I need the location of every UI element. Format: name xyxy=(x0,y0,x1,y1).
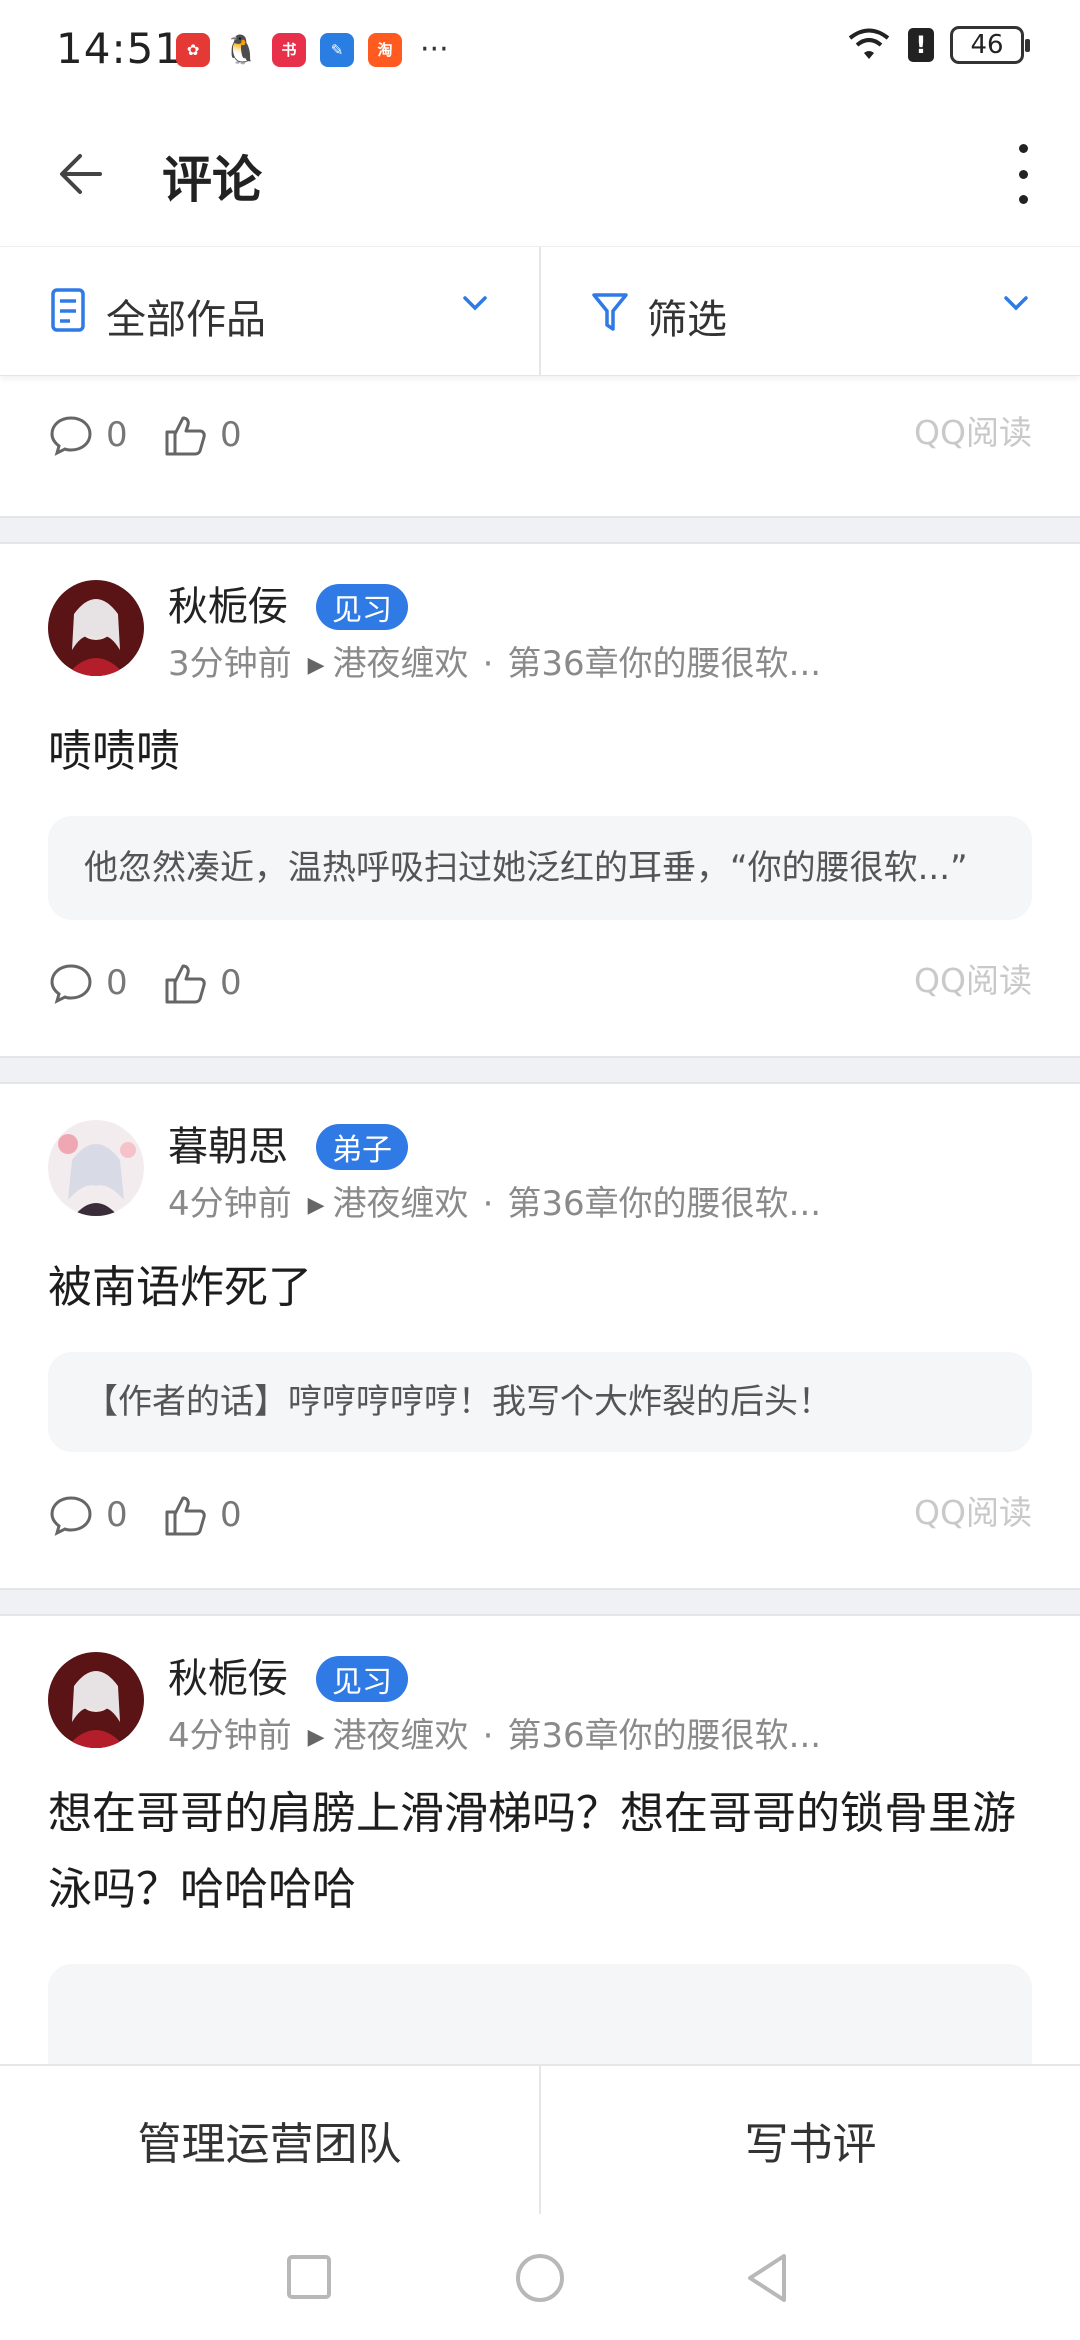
chevron-down-icon xyxy=(463,296,487,311)
comment-text: 想在哥哥的肩膀上滑滑梯吗？想在哥哥的锁骨里游泳吗？哈哈哈哈 xyxy=(48,1788,1016,1915)
book-title[interactable]: 港夜缠欢 xyxy=(333,1716,469,1756)
comment-bubble-icon xyxy=(50,1496,92,1536)
username[interactable]: 暮朝思 xyxy=(168,1114,288,1172)
book-title[interactable]: 港夜缠欢 xyxy=(333,644,469,684)
back-triangle-icon[interactable] xyxy=(744,2252,790,2304)
chapter-title[interactable]: 第36章你的腰很软... xyxy=(507,644,821,684)
comment-time: 4分钟前 xyxy=(168,1716,292,1756)
comment-time: 4分钟前 xyxy=(168,1184,292,1224)
avatar[interactable] xyxy=(48,1652,144,1748)
username[interactable]: 秋栀佞 xyxy=(168,1646,288,1704)
top-app-bar: 评论 xyxy=(0,100,1080,246)
write-review-button[interactable]: 写书评 xyxy=(541,2066,1080,2214)
chapter-title[interactable]: 第36章你的腰很软... xyxy=(507,1184,821,1224)
page-title: 评论 xyxy=(162,151,262,209)
notification-icons: ✿ 🐧 书 ✎ 淘 ··· xyxy=(176,32,449,67)
thumbs-up-icon xyxy=(165,1496,206,1536)
comment-bubble-icon xyxy=(50,964,92,1004)
comment-meta: 3分钟前 ▶ 港夜缠欢 · 第36章你的腰很软... xyxy=(168,644,822,684)
wifi-icon xyxy=(848,28,890,59)
comment-text: 啧啧啧 xyxy=(48,726,180,777)
comment-bubble-icon xyxy=(50,416,92,456)
triangle-icon: ▶ xyxy=(307,653,325,678)
avatar[interactable] xyxy=(48,1120,144,1216)
home-icon[interactable] xyxy=(514,2252,566,2304)
huawei-app-icon: ✿ xyxy=(176,32,210,67)
source-label: QQ阅读 xyxy=(914,413,1032,452)
filter-bar: 全部作品 筛选 xyxy=(0,246,1080,376)
bottom-action-bar: 管理运营团队 写书评 xyxy=(0,2064,1080,2214)
comment-feed[interactable]: 0 0 QQ阅读 秋栀佞 见习 3分钟前 ▶ 港夜缠欢 · 第36章你的腰很软... 啧… xyxy=(0,376,1080,2064)
like-button[interactable]: 0 xyxy=(162,1492,242,1538)
pen-app-icon: ✎ xyxy=(320,32,354,67)
alert-icon: ! xyxy=(908,28,934,62)
back-arrow-icon[interactable] xyxy=(52,144,112,204)
like-button[interactable]: 0 xyxy=(162,412,242,458)
reply-button[interactable]: 0 xyxy=(48,1492,128,1538)
reply-count: 0 xyxy=(106,963,128,1003)
like-count: 0 xyxy=(220,963,242,1003)
reply-count: 0 xyxy=(106,1495,128,1535)
comment-time: 3分钟前 xyxy=(168,644,292,684)
like-count: 0 xyxy=(220,415,242,455)
divider xyxy=(0,1588,1080,1616)
comment-card[interactable]: 秋栀佞 见习 3分钟前 ▶ 港夜缠欢 · 第36章你的腰很软... 啧啧啧 他忽然凑近，… xyxy=(0,544,1080,1056)
like-button[interactable]: 0 xyxy=(162,960,242,1006)
chapter-title[interactable]: 第36章你的腰很软... xyxy=(507,1716,821,1756)
recent-apps-icon[interactable] xyxy=(286,2254,332,2300)
comment-text: 被南语炸死了 xyxy=(48,1262,312,1313)
triangle-icon: ▶ xyxy=(307,1193,325,1218)
divider xyxy=(0,1056,1080,1084)
quoted-passage[interactable]: 【作者的话】哼哼哼哼哼！我写个大炸裂的后头！ xyxy=(48,1352,1032,1452)
source-label: QQ阅读 xyxy=(914,961,1032,1000)
thumbs-up-icon xyxy=(165,416,206,456)
reply-button[interactable]: 0 xyxy=(48,412,128,458)
reply-button[interactable]: 0 xyxy=(48,960,128,1006)
thumbs-up-icon xyxy=(165,964,206,1004)
level-badge: 见习 xyxy=(316,1656,408,1702)
filter-dropdown[interactable]: 筛选 xyxy=(539,247,1080,375)
username[interactable]: 秋栀佞 xyxy=(168,574,288,632)
all-works-dropdown[interactable]: 全部作品 xyxy=(0,247,539,375)
comment-card: 0 0 QQ阅读 xyxy=(0,376,1080,516)
comment-card[interactable]: 秋栀佞 见习 4分钟前 ▶ 港夜缠欢 · 第36章你的腰很软... 想在哥哥的肩膀上滑滑… xyxy=(0,1616,1080,2064)
triangle-icon: ▶ xyxy=(307,1725,325,1750)
level-badge: 弟子 xyxy=(316,1124,408,1170)
book-title[interactable]: 港夜缠欢 xyxy=(333,1184,469,1224)
document-icon xyxy=(51,288,85,332)
avatar[interactable] xyxy=(48,580,144,676)
xiaohongshu-app-icon: 书 xyxy=(272,32,306,67)
comment-meta: 4分钟前 ▶ 港夜缠欢 · 第36章你的腰很软... xyxy=(168,1716,822,1756)
chevron-down-icon xyxy=(1004,296,1028,311)
battery-indicator: 46 xyxy=(950,26,1030,64)
quoted-passage[interactable]: 他忽然凑近，温热呼吸扫过她泛红的耳垂，“你的腰很软...” xyxy=(48,816,1032,920)
status-time: 14:51 xyxy=(56,24,183,73)
funnel-icon xyxy=(592,293,628,331)
status-bar: 14:51 ✿ 🐧 书 ✎ 淘 ··· ! 46 xyxy=(0,0,1080,100)
level-badge: 见习 xyxy=(316,584,408,630)
comment-card[interactable]: 暮朝思 弟子 4分钟前 ▶ 港夜缠欢 · 第36章你的腰很软... 被南语炸死了 【作者… xyxy=(0,1084,1080,1588)
filter-label: 筛选 xyxy=(647,297,727,343)
all-works-label: 全部作品 xyxy=(106,297,266,343)
quoted-passage[interactable] xyxy=(48,1964,1032,2064)
more-notifications-icon: ··· xyxy=(420,32,449,67)
divider xyxy=(0,516,1080,544)
manage-team-button[interactable]: 管理运营团队 xyxy=(0,2066,539,2214)
like-count: 0 xyxy=(220,1495,242,1535)
qq-app-icon: 🐧 xyxy=(223,32,259,67)
more-options-icon[interactable] xyxy=(1008,144,1038,204)
comment-meta: 4分钟前 ▶ 港夜缠欢 · 第36章你的腰很软... xyxy=(168,1184,822,1224)
reply-count: 0 xyxy=(106,415,128,455)
taobao-app-icon: 淘 xyxy=(368,32,402,67)
system-nav-bar xyxy=(0,2214,1080,2340)
source-label: QQ阅读 xyxy=(914,1493,1032,1532)
